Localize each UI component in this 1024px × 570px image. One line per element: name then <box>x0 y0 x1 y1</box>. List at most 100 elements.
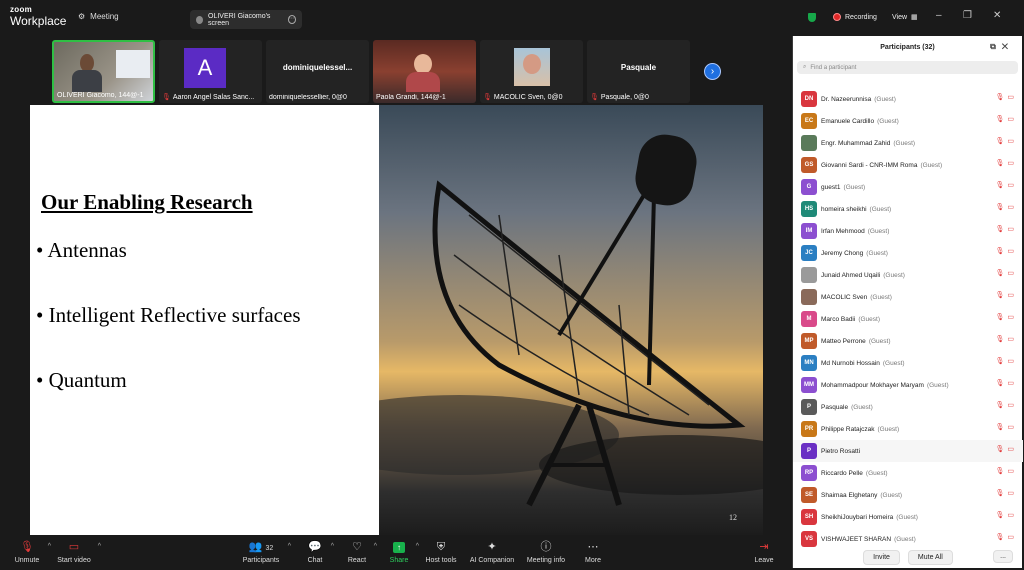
participant-row[interactable]: MP Matteo Perrone (Guest) 🎙▭ <box>793 330 1023 352</box>
participant-row[interactable]: P Pasquale (Guest) 🎙▭ <box>793 396 1023 418</box>
video-tile[interactable]: Paola Grandi, 144@-1 <box>373 40 476 103</box>
video-off-icon[interactable]: ▭ <box>1007 512 1017 519</box>
unmute-button[interactable]: 🎙 Unmute ^ <box>12 540 51 564</box>
mic-muted-icon[interactable]: 🎙 <box>995 534 1007 541</box>
video-tile[interactable]: 🎙 MACOLIC Sven, 0@0 <box>480 40 583 103</box>
mic-muted-icon[interactable]: 🎙 <box>995 94 1007 101</box>
video-off-icon[interactable]: ▭ <box>1007 160 1017 167</box>
participant-row[interactable]: DN Dr. Nazeerunnisa (Guest) 🎙▭ <box>793 88 1023 110</box>
more-options-icon[interactable]: ⋯ <box>287 15 296 24</box>
participant-row[interactable]: Gguest1 (Guest) 🎙▭ <box>793 176 1023 198</box>
participant-row[interactable]: Junaid Ahmed Uqaili (Guest) 🎙▭ <box>793 264 1023 286</box>
participant-row[interactable]: HS homeira sheikhi (Guest) 🎙▭ <box>793 198 1023 220</box>
mic-muted-icon[interactable]: 🎙 <box>995 336 1007 343</box>
start-video-button[interactable]: ▭ Start video ^ <box>56 540 101 564</box>
participant-row[interactable]: MACOLIC Sven (Guest) 🎙▭ <box>793 286 1023 308</box>
participant-row[interactable]: SH SheikhiJouybari Homeira (Guest) 🎙▭ <box>793 506 1023 528</box>
video-off-icon[interactable]: ▭ <box>1007 380 1017 387</box>
mic-muted-icon[interactable]: 🎙 <box>995 116 1007 123</box>
participant-row[interactable]: MM Mohammadpour Mokhayer Maryam (Guest) 🎙▭ <box>793 374 1023 396</box>
participant-row[interactable]: M Marco Badii (Guest) 🎙▭ <box>793 308 1023 330</box>
video-off-icon[interactable]: ▭ <box>1007 534 1017 541</box>
more-button[interactable]: ⋯ More <box>583 540 603 564</box>
search-input[interactable]: ⌕ Find a participant <box>797 61 1018 74</box>
mic-muted-icon[interactable]: 🎙 <box>995 292 1007 299</box>
mic-muted-icon[interactable]: 🎙 <box>995 380 1007 387</box>
mic-muted-icon[interactable]: 🎙 <box>995 402 1007 409</box>
invite-button[interactable]: Invite <box>863 549 900 565</box>
leave-button[interactable]: ⇥ Leave <box>752 540 776 564</box>
mic-muted-icon[interactable]: 🎙 <box>995 270 1007 277</box>
video-off-icon[interactable]: ▭ <box>1007 314 1017 321</box>
participant-row[interactable]: MN Md Nurnobi Hossain (Guest) 🎙▭ <box>793 352 1023 374</box>
participant-row[interactable]: IM Irfan Mehmood (Guest) 🎙▭ <box>793 220 1023 242</box>
video-off-icon[interactable]: ▭ <box>1007 270 1017 277</box>
security-shield-icon[interactable] <box>808 13 816 22</box>
host-tools-button[interactable]: ⛨ Host tools <box>424 540 458 564</box>
video-off-icon[interactable]: ▭ <box>1007 226 1017 233</box>
mic-muted-icon[interactable]: 🎙 <box>995 226 1007 233</box>
video-off-icon[interactable]: ▭ <box>1007 292 1017 299</box>
participant-row[interactable]: PR Philippe Ratajczak (Guest) 🎙▭ <box>793 418 1023 440</box>
participant-row[interactable]: RP Riccardo Pelle (Guest) 🎙▭ <box>793 462 1023 484</box>
meeting-info-button[interactable]: ⓘ Meeting info <box>525 540 567 564</box>
restore-button[interactable]: ❐ <box>963 10 972 21</box>
chevron-up-icon[interactable]: ^ <box>48 543 51 550</box>
chevron-up-icon[interactable]: ^ <box>331 543 334 550</box>
view-button[interactable]: View ▦ <box>892 13 918 22</box>
mic-muted-icon[interactable]: 🎙 <box>995 490 1007 497</box>
video-off-icon[interactable]: ▭ <box>1007 402 1017 409</box>
participant-row[interactable]: EC Emanuele Cardillo (Guest) 🎙▭ <box>793 110 1023 132</box>
mic-muted-icon[interactable]: 🎙 <box>995 468 1007 475</box>
mic-muted-icon[interactable]: 🎙 <box>995 424 1007 431</box>
react-button[interactable]: ♡ React ^ <box>346 540 377 564</box>
video-tile[interactable]: dominiquelessel... dominiquelessellier, … <box>266 40 369 103</box>
mic-muted-icon[interactable]: 🎙 <box>995 314 1007 321</box>
video-off-icon[interactable]: ▭ <box>1007 446 1017 453</box>
video-off-icon[interactable]: ▭ <box>1007 138 1017 145</box>
chevron-up-icon[interactable]: ^ <box>98 543 101 550</box>
video-off-icon[interactable]: ▭ <box>1007 490 1017 497</box>
participant-row[interactable]: SE Shaimaa Elghetany (Guest) 🎙▭ <box>793 484 1023 506</box>
pop-out-icon[interactable]: ⧉ <box>990 42 1002 51</box>
video-off-icon[interactable]: ▭ <box>1007 94 1017 101</box>
mic-muted-icon[interactable]: 🎙 <box>995 358 1007 365</box>
shared-screen-pill[interactable]: OLIVERI Giacomo's screen ⋯ <box>190 10 302 29</box>
mic-muted-icon[interactable]: 🎙 <box>995 512 1007 519</box>
chat-button[interactable]: 💬 Chat ^ <box>305 540 334 564</box>
participants-button[interactable]: 👥 32 Participants ^ <box>240 540 291 564</box>
mic-muted-icon[interactable]: 🎙 <box>995 248 1007 255</box>
video-off-icon[interactable]: ▭ <box>1007 336 1017 343</box>
participant-row[interactable]: GS Giovanni Sardi - CNR-IMM Roma (Guest) 🎙▭ <box>793 154 1023 176</box>
video-off-icon[interactable]: ▭ <box>1007 204 1017 211</box>
mute-all-button[interactable]: Mute All <box>907 549 953 565</box>
mic-muted-icon[interactable]: 🎙 <box>995 160 1007 167</box>
mic-muted-icon[interactable]: 🎙 <box>995 446 1007 453</box>
video-tile[interactable]: A 🎙 Aaron Angel Salas Sanc... <box>159 40 262 103</box>
mic-muted-icon[interactable]: 🎙 <box>995 182 1007 189</box>
video-off-icon[interactable]: ▭ <box>1007 468 1017 475</box>
share-button[interactable]: ↑ Share ^ <box>388 540 419 564</box>
participant-row[interactable]: JC Jeremy Chong (Guest) 🎙▭ <box>793 242 1023 264</box>
video-off-icon[interactable]: ▭ <box>1007 116 1017 123</box>
video-off-icon[interactable]: ▭ <box>1007 248 1017 255</box>
video-tile[interactable]: Pasquale 🎙 Pasquale, 0@0 <box>587 40 690 103</box>
chevron-up-icon[interactable]: ^ <box>416 543 419 550</box>
participant-row[interactable]: P Pietro Rosatti 🎙▭ <box>793 440 1023 462</box>
mic-muted-icon[interactable]: 🎙 <box>995 204 1007 211</box>
minimize-button[interactable]: – <box>936 10 942 21</box>
chevron-up-icon[interactable]: ^ <box>374 543 377 550</box>
video-tile[interactable]: OLIVERI Giacomo, 144@-1 <box>52 40 155 103</box>
recording-indicator[interactable]: Recording <box>833 13 877 21</box>
more-options-button[interactable]: ... <box>993 550 1013 563</box>
video-off-icon[interactable]: ▭ <box>1007 424 1017 431</box>
mic-muted-icon[interactable]: 🎙 <box>995 138 1007 145</box>
close-icon[interactable]: ✕ <box>1002 42 1014 51</box>
meeting-menu-button[interactable]: ⚙ Meeting <box>78 12 119 21</box>
chevron-up-icon[interactable]: ^ <box>288 543 291 550</box>
close-button[interactable]: ✕ <box>993 10 1001 21</box>
video-off-icon[interactable]: ▭ <box>1007 358 1017 365</box>
ai-companion-button[interactable]: ✦ AI Companion <box>468 540 516 564</box>
next-page-button[interactable]: › <box>704 63 721 80</box>
video-off-icon[interactable]: ▭ <box>1007 182 1017 189</box>
